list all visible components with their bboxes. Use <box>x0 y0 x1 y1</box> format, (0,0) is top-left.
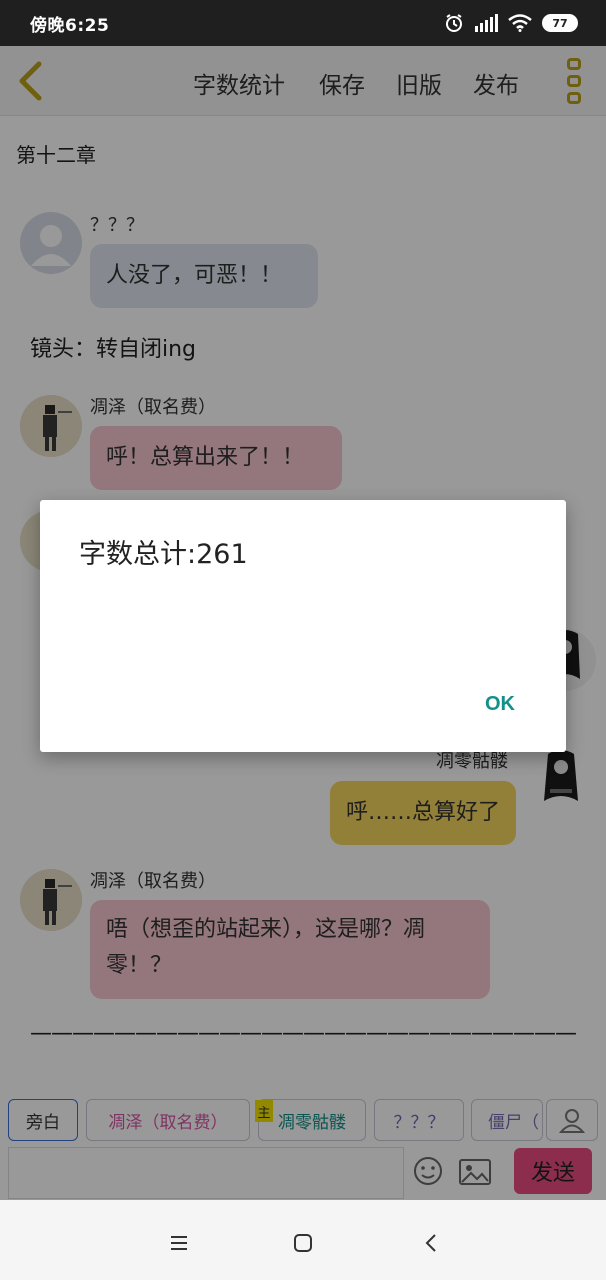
home-nav-button[interactable] <box>288 1228 318 1258</box>
menu-icon <box>171 1236 187 1250</box>
system-nav-bar <box>0 1200 606 1280</box>
status-icons: 77 <box>444 13 578 33</box>
back-nav-button[interactable] <box>416 1228 446 1258</box>
home-square-icon <box>294 1234 312 1252</box>
chevron-left-icon <box>425 1234 436 1252</box>
wifi-icon <box>508 14 532 32</box>
word-count-dialog: 字数总计:261 OK <box>40 500 566 752</box>
signal-icon <box>475 14 498 32</box>
alarm-icon <box>446 14 462 32</box>
dialog-message: 字数总计:261 <box>79 539 248 570</box>
menu-nav-button[interactable] <box>164 1228 194 1258</box>
status-time: 傍晚6:25 <box>30 15 110 36</box>
status-bar: 傍晚6:25 77 <box>0 0 606 46</box>
battery-indicator: 77 <box>542 14 578 32</box>
ok-button[interactable]: OK <box>470 686 530 722</box>
